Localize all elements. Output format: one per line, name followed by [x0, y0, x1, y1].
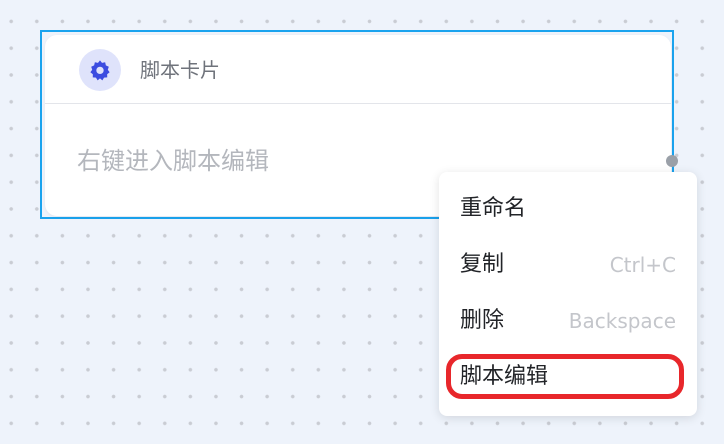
card-icon-badge	[79, 49, 121, 91]
gear-icon	[90, 60, 110, 81]
card-body-hint: 右键进入脚本编辑	[77, 147, 269, 175]
menu-item-shortcut: Backspace	[568, 309, 676, 333]
menu-item-script-edit[interactable]: 脚本编辑	[439, 350, 697, 406]
menu-item-rename[interactable]: 重命名	[439, 182, 697, 238]
menu-item-delete[interactable]: 删除 Backspace	[439, 294, 697, 350]
flow-canvas[interactable]: 脚本卡片 右键进入脚本编辑 重命名 复制 Ctrl+C 删除 Backspace…	[0, 0, 724, 444]
menu-item-label: 删除	[460, 308, 505, 333]
menu-item-label: 脚本编辑	[460, 364, 549, 389]
context-menu: 重命名 复制 Ctrl+C 删除 Backspace 脚本编辑	[439, 172, 697, 416]
menu-item-copy[interactable]: 复制 Ctrl+C	[439, 238, 697, 294]
menu-item-label: 重命名	[460, 196, 527, 221]
menu-item-shortcut: Ctrl+C	[609, 253, 676, 277]
connection-port[interactable]	[666, 155, 678, 167]
card-header: 脚本卡片	[45, 35, 671, 104]
card-title: 脚本卡片	[140, 58, 220, 82]
menu-item-label: 复制	[460, 252, 505, 277]
